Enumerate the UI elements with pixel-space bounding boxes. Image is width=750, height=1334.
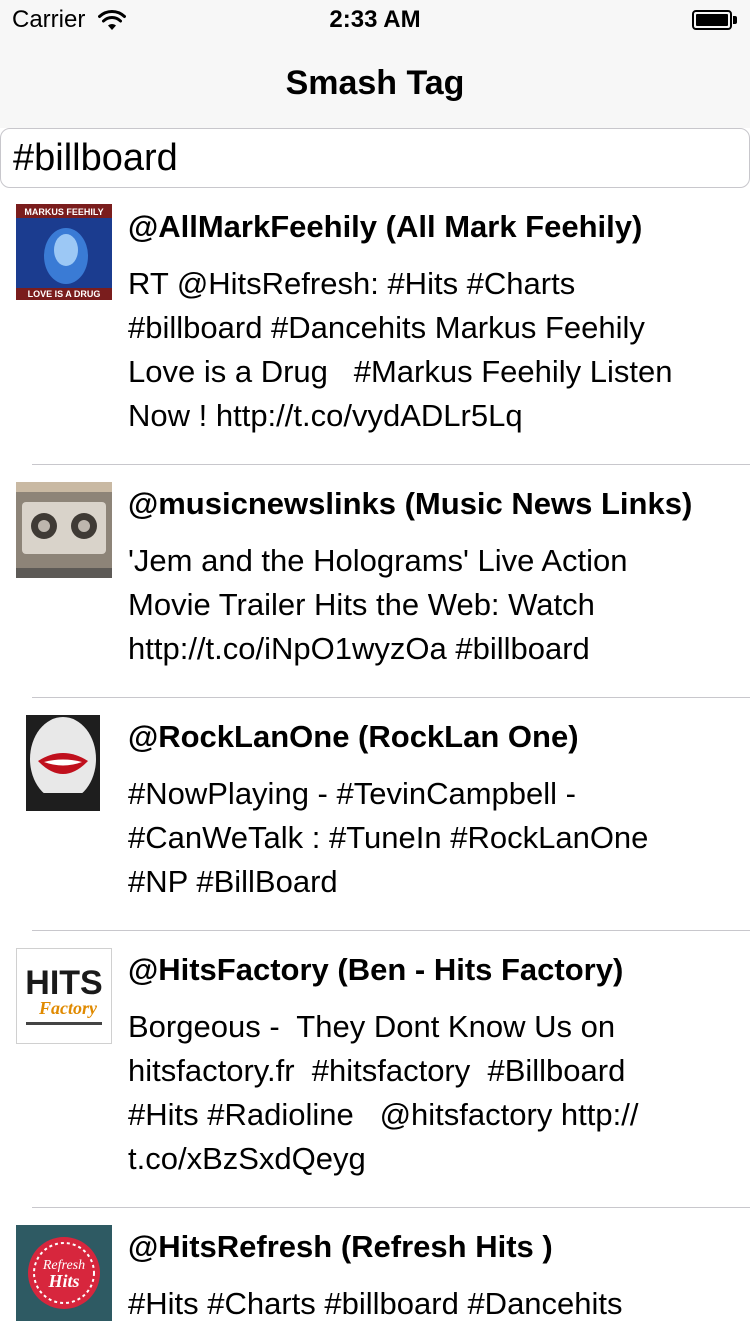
tweet-line: http://t.co/iNpO1wyzOa #billboard	[128, 631, 590, 666]
search-input[interactable]	[13, 133, 733, 183]
tweet-line: #Hits #Charts #billboard #Dancehits	[128, 1286, 623, 1321]
profile-image: HITS Factory	[16, 948, 112, 1044]
tweet-line: #NP #BillBoard	[128, 864, 338, 899]
tweet-list[interactable]: MARKUS FEEHILY LOVE IS A DRUG @AllMarkFe…	[0, 188, 750, 1334]
clock: 2:33 AM	[329, 6, 421, 33]
tweet-author: @HitsFactory (Ben - Hits Factory)	[128, 952, 624, 987]
profile-image	[16, 482, 112, 578]
tweet-line: Movie Trailer Hits the Web: Watch	[128, 587, 595, 622]
tweet-line: Love is a Drug #Markus Feehily Listen	[128, 354, 673, 389]
tweet-text: #NowPlaying - #TevinCampbell - #CanWeTal…	[128, 772, 734, 904]
tweet-line: 'Jem and the Holograms' Live Action	[128, 543, 628, 578]
tweet-text: RT @HitsRefresh: #Hits #Charts #billboar…	[128, 262, 734, 438]
tweet-author: @musicnewslinks (Music News Links)	[128, 486, 693, 521]
tweet-row[interactable]: Refresh Hits @HitsRefresh (Refresh Hits …	[0, 1208, 750, 1334]
tweet-author: @HitsRefresh (Refresh Hits )	[128, 1229, 553, 1264]
thumb-caption-bottom: LOVE IS A DRUG	[28, 289, 101, 299]
tweet-line: #NowPlaying - #TevinCampbell -	[128, 776, 576, 811]
profile-image: MARKUS FEEHILY LOVE IS A DRUG	[16, 204, 112, 300]
profile-image	[26, 715, 100, 811]
tweet-line: Now ! http://t.co/vydADLr5Lq	[128, 398, 523, 433]
tweet-line: Borgeous - They Dont Know Us on	[128, 1009, 616, 1044]
status-bar: Carrier 2:33 AM	[0, 0, 750, 40]
profile-image: Refresh Hits	[16, 1225, 112, 1321]
thumb-caption-top: MARKUS FEEHILY	[24, 207, 103, 217]
tweet-line: hitsfactory.fr #hitsfactory #Billboard	[128, 1053, 626, 1088]
page-title: Smash Tag	[285, 64, 465, 102]
tweet-row[interactable]: HITS Factory @HitsFactory (Ben - Hits Fa…	[0, 931, 750, 1208]
thumb-caption-bottom: Hits	[47, 1271, 79, 1291]
thumb-caption-top: HITS	[25, 964, 102, 1002]
tweet-author: @AllMarkFeehily (All Mark Feehily)	[128, 209, 643, 244]
tweet-author: @RockLanOne (RockLan One)	[128, 719, 579, 754]
battery-icon	[692, 10, 738, 32]
tweet-line: #Hits #Radioline @hitsfactory http://	[128, 1097, 639, 1132]
tweet-line: #CanWeTalk : #TuneIn #RockLanOne	[128, 820, 649, 855]
tweet-text: #Hits #Charts #billboard #Dancehits	[128, 1282, 734, 1326]
search-field[interactable]	[0, 128, 750, 188]
tweet-line: #billboard #Dancehits Markus Feehily	[128, 310, 645, 345]
tweet-text: Borgeous - They Dont Know Us on hitsfact…	[128, 1005, 734, 1181]
tweet-row[interactable]: MARKUS FEEHILY LOVE IS A DRUG @AllMarkFe…	[0, 188, 750, 465]
navigation-bar: Smash Tag	[0, 40, 750, 128]
tweet-row[interactable]: @RockLanOne (RockLan One) #NowPlaying - …	[0, 698, 750, 931]
tweet-text: 'Jem and the Holograms' Live Action Movi…	[128, 539, 734, 671]
tweet-line: RT @HitsRefresh: #Hits #Charts	[128, 266, 576, 301]
tweet-row[interactable]: @musicnewslinks (Music News Links) 'Jem …	[0, 465, 750, 698]
tweet-line: t.co/xBzSxdQeyg	[128, 1141, 366, 1176]
thumb-caption-bottom: Factory	[38, 998, 98, 1018]
